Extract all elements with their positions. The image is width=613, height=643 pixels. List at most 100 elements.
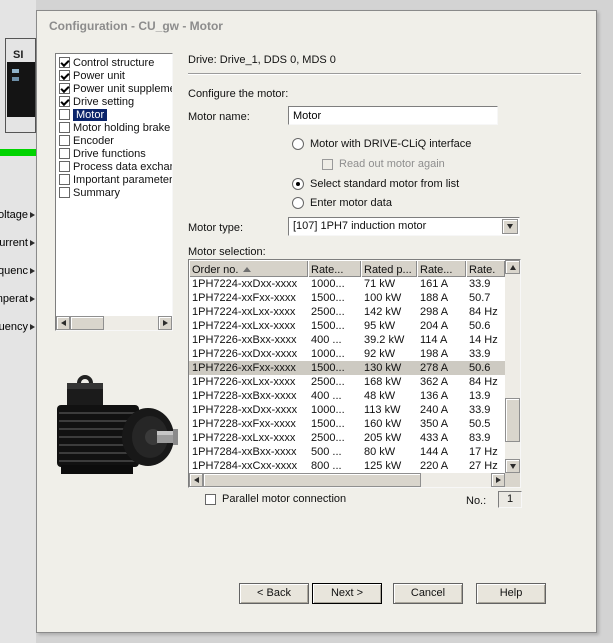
cell-rated-current: 362 A [420, 376, 449, 388]
sort-ascending-icon [243, 267, 252, 272]
cancel-button[interactable]: Cancel [393, 583, 463, 604]
table-row[interactable]: 1PH7224-xxFxx-xxxx 1500... 100 kW 188 A … [189, 291, 505, 305]
cell-order-no: 1PH7228-xxBxx-xxxx [192, 390, 297, 402]
scrollbar-thumb[interactable] [203, 473, 421, 487]
no-field[interactable]: 1 [498, 491, 522, 508]
scroll-right-button[interactable] [158, 316, 172, 330]
arrow-right-icon [30, 324, 35, 330]
scrollbar-thumb[interactable] [70, 316, 104, 330]
table-row[interactable]: 1PH7284-xxCxx-xxxx 800 ... 125 kW 220 A … [189, 459, 505, 473]
wizard-step[interactable]: Drive functions [56, 147, 172, 160]
help-button[interactable]: Help [476, 583, 546, 604]
cell-rated-freq: 14 Hz [469, 334, 498, 346]
wizard-step[interactable]: Power unit supplement [56, 82, 172, 95]
dialog-title[interactable]: Configuration - CU_gw - Motor [49, 19, 223, 33]
cell-rated-freq: 17 Hz [469, 446, 498, 458]
wizard-step[interactable]: Motor [56, 108, 172, 121]
status-bar-green [0, 149, 36, 156]
motor-type-dropdown[interactable]: [107] 1PH7 induction motor [288, 217, 520, 236]
column-header-rated-current[interactable]: Rate... [417, 260, 466, 277]
wizard-step[interactable]: Process data exchange [56, 160, 172, 173]
cell-rated-speed: 1000... [311, 278, 345, 290]
column-header-order-no[interactable]: Order no. [189, 260, 308, 277]
step-checkbox-icon [59, 57, 70, 68]
table-row[interactable]: 1PH7224-xxLxx-xxxx 2500... 142 kW 298 A … [189, 305, 505, 319]
cell-rated-speed: 400 ... [311, 390, 342, 402]
step-checkbox-icon [59, 161, 70, 172]
cell-rated-freq: 33.9 [469, 404, 491, 416]
wizard-step[interactable]: Important parameters [56, 173, 172, 186]
table-row[interactable]: 1PH7226-xxBxx-xxxx 400 ... 39.2 kW 114 A… [189, 333, 505, 347]
scrollbar-thumb[interactable] [505, 398, 520, 442]
cell-order-no: 1PH7226-xxFxx-xxxx [192, 362, 296, 374]
scroll-down-button[interactable] [505, 459, 520, 473]
next-button[interactable]: Next > [312, 583, 382, 604]
cell-rated-current: 298 A [420, 306, 449, 318]
cell-rated-power: 48 kW [364, 390, 396, 402]
cell-rated-current: 188 A [420, 292, 449, 304]
table-row[interactable]: 1PH7226-xxLxx-xxxx 2500... 168 kW 362 A … [189, 375, 505, 389]
wizard-step[interactable]: Encoder [56, 134, 172, 147]
radio-drive-cliq[interactable]: Motor with DRIVE-CLiQ interface [292, 138, 471, 150]
cell-order-no: 1PH7224-xxLxx-xxxx [192, 306, 296, 318]
column-header-rated-freq[interactable]: Rate. [466, 260, 505, 277]
cell-order-no: 1PH7284-xxCxx-xxxx [192, 460, 298, 472]
motor-name-input[interactable] [288, 106, 498, 125]
radio-enter-motor-data[interactable]: Enter motor data [292, 197, 392, 209]
steps-horizontal-scrollbar[interactable] [56, 316, 172, 330]
cell-order-no: 1PH7224-xxLxx-xxxx [192, 320, 296, 332]
table-row[interactable]: 1PH7226-xxDxx-xxxx 1000... 92 kW 198 A 3… [189, 347, 505, 361]
table-row[interactable]: 1PH7228-xxDxx-xxxx 1000... 113 kW 240 A … [189, 403, 505, 417]
cell-rated-current: 136 A [420, 390, 449, 402]
cell-rated-freq: 50.6 [469, 362, 491, 374]
scroll-up-icon [509, 264, 516, 270]
cell-rated-current: 433 A [420, 432, 449, 444]
step-checkbox-icon [59, 96, 70, 107]
wizard-step[interactable]: Motor holding brake [56, 121, 172, 134]
wizard-step[interactable]: Summary [56, 186, 172, 199]
drive-device-image [7, 62, 35, 117]
scroll-left-button[interactable] [189, 473, 203, 487]
table-row[interactable]: 1PH7228-xxBxx-xxxx 400 ... 48 kW 136 A 1… [189, 389, 505, 403]
checkbox-read-out-motor[interactable]: Read out motor again [322, 158, 445, 170]
table-row[interactable]: 1PH7226-xxFxx-xxxx 1500... 130 kW 278 A … [189, 361, 505, 375]
cell-rated-power: 205 kW [364, 432, 402, 444]
table-row[interactable]: 1PH7224-xxDxx-xxxx 1000... 71 kW 161 A 3… [189, 277, 505, 291]
scroll-right-button[interactable] [491, 473, 505, 487]
table-row[interactable]: 1PH7284-xxBxx-xxxx 500 ... 80 kW 144 A 1… [189, 445, 505, 459]
cell-rated-speed: 1000... [311, 348, 345, 360]
table-row[interactable]: 1PH7228-xxLxx-xxxx 2500... 205 kW 433 A … [189, 431, 505, 445]
arrow-right-icon [30, 212, 35, 218]
scroll-right-icon [162, 320, 168, 326]
wizard-step[interactable]: Control structure [56, 56, 172, 69]
arrow-right-icon [30, 240, 35, 246]
column-header-rated-speed[interactable]: Rate... [308, 260, 361, 277]
scroll-up-button[interactable] [505, 260, 520, 274]
scroll-left-button[interactable] [56, 316, 70, 330]
table-horizontal-scrollbar[interactable] [189, 473, 505, 487]
wizard-step[interactable]: Drive setting [56, 95, 172, 108]
motor-selection-table[interactable]: Order no. Rate... Rated p... Rate... Rat… [188, 259, 521, 488]
cell-rated-current: 350 A [420, 418, 449, 430]
motor-name-label: Motor name: [188, 111, 250, 123]
checkbox-icon [322, 158, 333, 170]
cell-rated-current: 198 A [420, 348, 449, 360]
device-led-icon [12, 77, 19, 81]
radio-label: Enter motor data [310, 197, 392, 209]
table-header: Order no. Rate... Rated p... Rate... Rat… [189, 260, 505, 277]
table-row[interactable]: 1PH7224-xxLxx-xxxx 1500... 95 kW 204 A 5… [189, 319, 505, 333]
wizard-steps-list[interactable]: Control structure Power unit Power unit … [55, 53, 173, 331]
table-row[interactable]: 1PH7228-xxFxx-xxxx 1500... 160 kW 350 A … [189, 417, 505, 431]
dropdown-button[interactable] [502, 219, 518, 234]
background-signal-label: frequenc [0, 265, 36, 293]
cell-rated-freq: 84 Hz [469, 306, 498, 318]
radio-label: Motor with DRIVE-CLiQ interface [310, 138, 472, 150]
wizard-step[interactable]: Power unit [56, 69, 172, 82]
checkbox-parallel-motor[interactable]: Parallel motor connection [205, 493, 346, 505]
back-button[interactable]: < Back [239, 583, 309, 604]
table-vertical-scrollbar[interactable] [505, 260, 520, 473]
column-header-rated-power[interactable]: Rated p... [361, 260, 417, 277]
radio-standard-motor[interactable]: Select standard motor from list [292, 178, 459, 190]
cell-rated-power: 92 kW [364, 348, 396, 360]
checkbox-label: Parallel motor connection [222, 493, 347, 505]
